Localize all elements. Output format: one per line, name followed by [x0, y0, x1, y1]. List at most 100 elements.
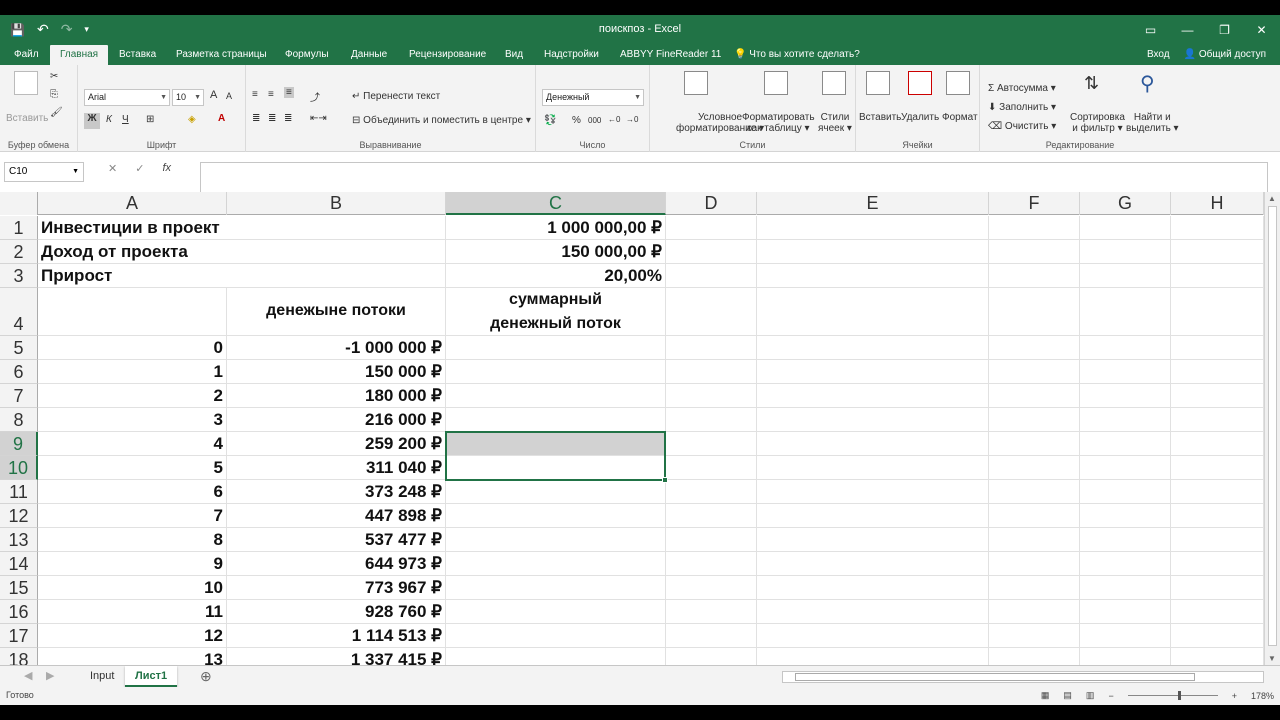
cell-d6[interactable]: [666, 360, 757, 384]
font-color-icon[interactable]: A: [218, 113, 225, 124]
next-sheet-icon[interactable]: ▶: [36, 666, 64, 687]
cell-f8[interactable]: [989, 408, 1080, 432]
cell-c9[interactable]: [446, 432, 666, 456]
cell-c1[interactable]: 1 000 000,00 ₽: [446, 216, 666, 240]
sign-in-link[interactable]: Вход: [1147, 45, 1170, 65]
cell-a4[interactable]: [38, 288, 227, 336]
cell-e6[interactable]: [757, 360, 989, 384]
tab-formulas[interactable]: Формулы: [283, 45, 331, 65]
align-left-icon[interactable]: ≣: [252, 113, 260, 124]
format-cells-button[interactable]: Формат: [942, 112, 978, 123]
cell-e15[interactable]: [757, 576, 989, 600]
cell-h9[interactable]: [1171, 432, 1264, 456]
tab-file[interactable]: Файл: [12, 45, 41, 65]
format-as-table-button[interactable]: Форматировать как таблицу ▾: [742, 112, 815, 134]
cell-c15[interactable]: [446, 576, 666, 600]
column-header-b[interactable]: B: [227, 192, 446, 215]
number-format-select[interactable]: Денежный ▼: [542, 89, 644, 106]
cell-a11[interactable]: 6: [38, 480, 227, 504]
align-middle-icon[interactable]: ≡: [268, 89, 274, 100]
column-header-a[interactable]: A: [38, 192, 227, 215]
cell-g17[interactable]: [1080, 624, 1171, 648]
paste-button[interactable]: Вставить: [6, 113, 48, 124]
cell-a8[interactable]: 3: [38, 408, 227, 432]
cell-c10[interactable]: [446, 456, 666, 480]
cell-styles-button[interactable]: Стили ячеек ▾: [818, 112, 852, 134]
cell-d3[interactable]: [666, 264, 757, 288]
cell-h1[interactable]: [1171, 216, 1264, 240]
cell-e5[interactable]: [757, 336, 989, 360]
cell-b15[interactable]: 773 967 ₽: [227, 576, 446, 600]
normal-view-icon[interactable]: ▦: [1041, 690, 1050, 701]
cell-c18[interactable]: [446, 648, 666, 665]
horizontal-scroll-thumb[interactable]: [795, 673, 1195, 681]
cell-g2[interactable]: [1080, 240, 1171, 264]
select-all-button[interactable]: [0, 192, 38, 215]
cell-f9[interactable]: [989, 432, 1080, 456]
cell-e10[interactable]: [757, 456, 989, 480]
tab-insert[interactable]: Вставка: [117, 45, 158, 65]
fill-color-icon[interactable]: ◈: [188, 114, 196, 125]
cell-b2[interactable]: [227, 240, 446, 264]
cell-b18[interactable]: 1 337 415 ₽: [227, 648, 446, 665]
ribbon-display-options-icon[interactable]: ▭: [1132, 15, 1169, 45]
horizontal-scrollbar[interactable]: [782, 671, 1264, 683]
row-header-17[interactable]: 17: [0, 624, 38, 648]
add-sheet-icon[interactable]: ⊕: [190, 666, 222, 687]
indent-icon[interactable]: ⇤⇥: [310, 113, 327, 124]
page-break-view-icon[interactable]: ▥: [1086, 690, 1095, 701]
cancel-icon[interactable]: ✕: [108, 162, 117, 175]
cell-h14[interactable]: [1171, 552, 1264, 576]
merge-center-button[interactable]: ⊟ Объединить и поместить в центре ▾: [352, 115, 531, 126]
cell-d5[interactable]: [666, 336, 757, 360]
borders-icon[interactable]: ⊞: [146, 114, 154, 125]
cell-g13[interactable]: [1080, 528, 1171, 552]
cell-b1[interactable]: [227, 216, 446, 240]
sheet-tab-list1[interactable]: Лист1: [125, 666, 178, 687]
enter-icon[interactable]: ✓: [135, 162, 144, 175]
insert-cells-button[interactable]: Вставить: [859, 112, 901, 123]
scroll-up-icon[interactable]: ▲: [1268, 194, 1276, 203]
cell-a7[interactable]: 2: [38, 384, 227, 408]
cell-h4[interactable]: [1171, 288, 1264, 336]
cell-c2[interactable]: 150 000,00 ₽: [446, 240, 666, 264]
tell-me-search[interactable]: 💡 Что вы хотите сделать?: [732, 45, 862, 65]
cell-c17[interactable]: [446, 624, 666, 648]
percent-button[interactable]: %: [572, 115, 581, 126]
row-header-8[interactable]: 8: [0, 408, 38, 432]
cell-d12[interactable]: [666, 504, 757, 528]
sheet-tab-input[interactable]: Input: [80, 666, 124, 687]
cell-h13[interactable]: [1171, 528, 1264, 552]
cell-d15[interactable]: [666, 576, 757, 600]
cell-b9[interactable]: 259 200 ₽: [227, 432, 446, 456]
find-select-button[interactable]: Найти и выделить ▾: [1126, 112, 1179, 134]
row-header-15[interactable]: 15: [0, 576, 38, 600]
cell-g12[interactable]: [1080, 504, 1171, 528]
cell-h11[interactable]: [1171, 480, 1264, 504]
font-size-select[interactable]: 10 ▼: [172, 89, 204, 106]
paste-icon[interactable]: [14, 71, 38, 95]
cell-f16[interactable]: [989, 600, 1080, 624]
grow-font-button[interactable]: A: [210, 89, 217, 101]
cell-c6[interactable]: [446, 360, 666, 384]
column-header-f[interactable]: F: [989, 192, 1080, 215]
cell-d9[interactable]: [666, 432, 757, 456]
fill-handle[interactable]: [662, 477, 668, 483]
row-header-2[interactable]: 2: [0, 240, 38, 264]
cell-e16[interactable]: [757, 600, 989, 624]
cell-a15[interactable]: 10: [38, 576, 227, 600]
cell-a18[interactable]: 13: [38, 648, 227, 665]
tab-review[interactable]: Рецензирование: [407, 45, 488, 65]
cell-b11[interactable]: 373 248 ₽: [227, 480, 446, 504]
zoom-level[interactable]: 178%: [1251, 691, 1274, 701]
cell-g15[interactable]: [1080, 576, 1171, 600]
cell-h3[interactable]: [1171, 264, 1264, 288]
cell-g6[interactable]: [1080, 360, 1171, 384]
page-layout-view-icon[interactable]: ▤: [1063, 690, 1072, 701]
cell-d1[interactable]: [666, 216, 757, 240]
cell-f5[interactable]: [989, 336, 1080, 360]
insert-function-icon[interactable]: fx: [162, 162, 171, 175]
row-header-12[interactable]: 12: [0, 504, 38, 528]
cell-h10[interactable]: [1171, 456, 1264, 480]
cell-f4[interactable]: [989, 288, 1080, 336]
